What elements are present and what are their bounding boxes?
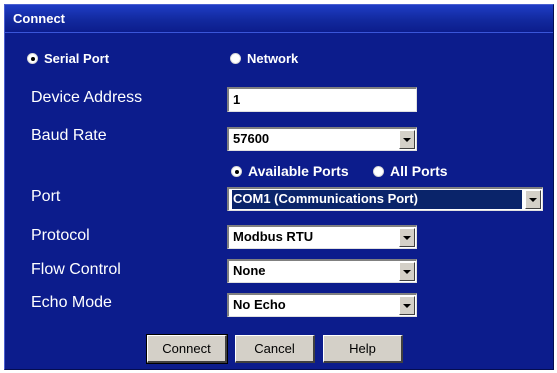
chevron-down-icon[interactable] bbox=[399, 262, 415, 281]
title-bar: Connect bbox=[5, 5, 553, 33]
network-label: Network bbox=[247, 51, 299, 66]
chevron-down-icon[interactable] bbox=[399, 296, 415, 315]
connect-button[interactable]: Connect bbox=[146, 334, 228, 364]
port-select[interactable]: COM1 (Communications Port) bbox=[227, 187, 543, 211]
serial-port-label: Serial Port bbox=[44, 51, 110, 66]
protocol-select[interactable]: Modbus RTU bbox=[227, 225, 417, 249]
flow-control-select[interactable]: None bbox=[227, 259, 417, 283]
serial-port-radio[interactable]: Serial Port bbox=[27, 51, 109, 66]
echo-mode-select[interactable]: No Echo bbox=[227, 293, 417, 317]
radio-unchecked-icon bbox=[373, 165, 384, 177]
echo-mode-value: No Echo bbox=[233, 297, 286, 312]
all-ports-radio[interactable]: All Ports bbox=[373, 163, 448, 179]
radio-checked-icon bbox=[231, 165, 242, 177]
all-ports-label: All Ports bbox=[390, 163, 448, 179]
available-ports-label: Available Ports bbox=[248, 163, 349, 179]
help-button[interactable]: Help bbox=[323, 335, 403, 363]
chevron-down-icon[interactable] bbox=[399, 228, 415, 247]
protocol-value: Modbus RTU bbox=[233, 229, 314, 244]
cancel-button[interactable]: Cancel bbox=[235, 335, 315, 363]
chevron-down-icon[interactable] bbox=[399, 130, 415, 149]
protocol-label: Protocol bbox=[31, 227, 90, 244]
baud-rate-select[interactable]: 57600 bbox=[227, 127, 417, 151]
device-address-input[interactable]: 1 bbox=[227, 87, 417, 112]
baud-rate-label: Baud Rate bbox=[31, 127, 107, 144]
available-ports-radio[interactable]: Available Ports bbox=[231, 163, 349, 179]
echo-mode-label: Echo Mode bbox=[31, 294, 112, 311]
flow-control-label: Flow Control bbox=[31, 261, 121, 278]
port-value: COM1 (Communications Port) bbox=[232, 190, 522, 209]
network-radio[interactable]: Network bbox=[230, 51, 298, 66]
radio-unchecked-icon bbox=[230, 53, 241, 64]
device-address-label: Device Address bbox=[31, 89, 143, 106]
radio-checked-icon bbox=[27, 53, 38, 64]
baud-rate-value: 57600 bbox=[233, 131, 270, 146]
flow-control-value: None bbox=[233, 263, 266, 278]
connect-dialog: Connect Serial Port Network Device Addre… bbox=[4, 4, 554, 370]
chevron-down-icon[interactable] bbox=[525, 190, 541, 209]
port-label: Port bbox=[31, 188, 61, 205]
